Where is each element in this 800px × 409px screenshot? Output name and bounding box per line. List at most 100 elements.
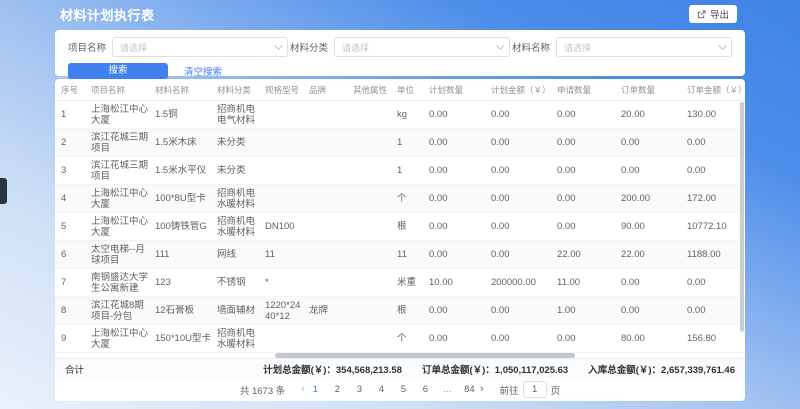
table-cell: 1 (391, 165, 423, 176)
column-header: 单位 (391, 84, 423, 96)
table-cell: 滨江花城三期项目 (85, 160, 149, 182)
table-cell: 10772.10 (681, 221, 745, 232)
table-cell: 11.00 (551, 277, 615, 288)
table-cell: 0.00 (423, 221, 485, 232)
goto-page-input[interactable] (523, 381, 547, 398)
page-number[interactable]: 6 (419, 384, 432, 395)
table-row[interactable]: 8滨江花城8期项目-分包12石膏板墙面辅材1220*2440*12龙牌根0.00… (55, 297, 745, 325)
table-cell: 20.00 (615, 109, 681, 120)
table-cell: 1.5铜 (149, 109, 211, 120)
table-cell: 2 (55, 137, 85, 148)
export-icon (697, 10, 706, 19)
table-cell: 招商机电 电气材料 (211, 104, 259, 126)
table-cell: 0.00 (551, 221, 615, 232)
table-cell: 130.00 (681, 109, 745, 120)
page-number[interactable]: 5 (397, 384, 410, 395)
export-button-label: 导出 (710, 7, 729, 21)
table-cell: 招商机电 水暖材料 (211, 216, 259, 238)
planned-total-amount-label: 计划总金额(￥)： (263, 365, 336, 376)
table-cell: 3 (55, 165, 85, 176)
table-cell: 0.00 (485, 249, 551, 260)
column-header: 计划数量 (423, 84, 485, 96)
column-header: 材料分类 (211, 84, 259, 96)
column-header: 订单数量 (615, 84, 681, 96)
page-list: 123456...84 (309, 384, 476, 395)
next-page-icon[interactable]: › (480, 384, 484, 395)
material-name-select[interactable]: 请选择 (556, 37, 732, 57)
materials-table-card: 序号项目名称材料名称材料分类规格型号品牌其他属性单位计划数量计划金额（￥）申请数… (55, 79, 745, 401)
table-cell: 0.00 (423, 109, 485, 120)
table-cell: 0.00 (681, 137, 745, 148)
filter-group-category: 材料分类 请选择 (290, 37, 510, 57)
page-number[interactable]: 3 (353, 384, 366, 395)
page-number[interactable]: 84 (463, 384, 476, 395)
table-body: 1上海松江中心大厦1.5铜招商机电 电气材料kg0.000.000.0020.0… (55, 101, 745, 353)
project-name-label: 项目名称 (68, 40, 106, 54)
summary-total-label: 合计 (65, 362, 84, 376)
table-cell: 200000.00 (485, 277, 551, 288)
page-title: 材料计划执行表 (55, 5, 155, 24)
table-cell: 太空电梯--月球项目 (85, 244, 149, 266)
table-cell: 0.00 (551, 137, 615, 148)
table-cell: 111 (149, 249, 211, 260)
table-row[interactable]: 3滨江花城三期项目1.5米水平仪未分类10.000.000.000.000.00 (55, 157, 745, 185)
table-cell: 0.00 (423, 333, 485, 344)
vertical-scrollbar[interactable] (740, 102, 744, 332)
export-button[interactable]: 导出 (689, 5, 737, 23)
table-cell: 0.00 (615, 305, 681, 316)
table-cell: 滨江花城8期项目-分包 (85, 300, 149, 322)
table-cell: 招商机电 水暖材料 (211, 188, 259, 210)
table-cell: 8 (55, 305, 85, 316)
table-row[interactable]: 1上海松江中心大厦1.5铜招商机电 电气材料kg0.000.000.0020.0… (55, 101, 745, 129)
table-row[interactable]: 4上海松江中心大厦100*8U型卡招商机电 水暖材料个0.000.000.002… (55, 185, 745, 213)
table-row[interactable]: 2滨江花城三期项目1.5米木床未分类10.000.000.000.000.00 (55, 129, 745, 157)
column-header: 品牌 (303, 84, 347, 96)
table-cell: 0.00 (615, 165, 681, 176)
planned-total-amount: 计划总金额(￥)：354,568,213.58 (263, 362, 402, 376)
table-cell: 150*10U型卡 (149, 333, 211, 344)
table-cell: 0.00 (485, 109, 551, 120)
table-cell: 上海松江中心大厦 (85, 104, 149, 126)
table-cell: 1 (391, 137, 423, 148)
table-cell: 6 (55, 249, 85, 260)
table-cell: 11 (391, 249, 423, 260)
table-cell: 5 (55, 221, 85, 232)
table-row[interactable]: 6太空电梯--月球项目111网线11110.000.0022.0022.0011… (55, 241, 745, 269)
search-button[interactable]: 搜索 (68, 63, 168, 79)
page-number[interactable]: 2 (331, 384, 344, 395)
page-number[interactable]: 4 (375, 384, 388, 395)
table-cell: 100铸铁管G (149, 221, 211, 232)
table-cell: 0.00 (423, 305, 485, 316)
material-category-select[interactable]: 请选择 (334, 37, 510, 57)
order-total-amount: 订单总金额(￥)：1,050,117,025.63 (422, 362, 568, 376)
table-cell: 招商机电 水暖材料 (211, 328, 259, 350)
table-cell: 0.00 (551, 193, 615, 204)
column-header: 项目名称 (85, 84, 149, 96)
sidebar-toggle-handle[interactable] (0, 178, 7, 204)
table-row[interactable]: 5上海松江中心大厦100铸铁管G招商机电 水暖材料DN100根0.000.000… (55, 213, 745, 241)
project-name-select[interactable]: 请选择 (112, 37, 288, 57)
title-bar: 材料计划执行表 导出 (55, 0, 745, 28)
column-header: 订单金额（￥） (681, 84, 745, 96)
table-cell: 156.80 (681, 333, 745, 344)
table-cell: 0.00 (551, 333, 615, 344)
table-cell: 不锈钢 (211, 277, 259, 288)
column-header: 规格型号 (259, 84, 303, 96)
table-cell: 0.00 (681, 277, 745, 288)
table-cell: 100*8U型卡 (149, 193, 211, 204)
table-cell: 11 (259, 249, 303, 260)
table-header-row: 序号项目名称材料名称材料分类规格型号品牌其他属性单位计划数量计划金额（￥）申请数… (55, 79, 745, 101)
column-header: 序号 (55, 84, 85, 96)
table-row[interactable]: 7南钢盛达大学生公寓新建123不锈钢*米重10.00200000.0011.00… (55, 269, 745, 297)
filter-group-material: 材料名称 请选择 (512, 37, 732, 57)
material-name-placeholder: 请选择 (564, 41, 591, 54)
table-cell: DN100 (259, 221, 303, 232)
material-name-label: 材料名称 (512, 40, 550, 54)
table-cell: 1.5米水平仪 (149, 165, 211, 176)
main-content: 材料计划执行表 导出 项目名称 请选择 材料分类 请选择 (55, 0, 745, 401)
clear-search-link[interactable]: 清空搜索 (184, 64, 222, 78)
prev-page-icon[interactable]: ‹ (301, 384, 305, 395)
table-row[interactable]: 9上海松江中心大厦150*10U型卡招商机电 水暖材料个0.000.000.00… (55, 325, 745, 353)
table-cell: 1.5米木床 (149, 137, 211, 148)
page-number[interactable]: 1 (309, 384, 322, 395)
